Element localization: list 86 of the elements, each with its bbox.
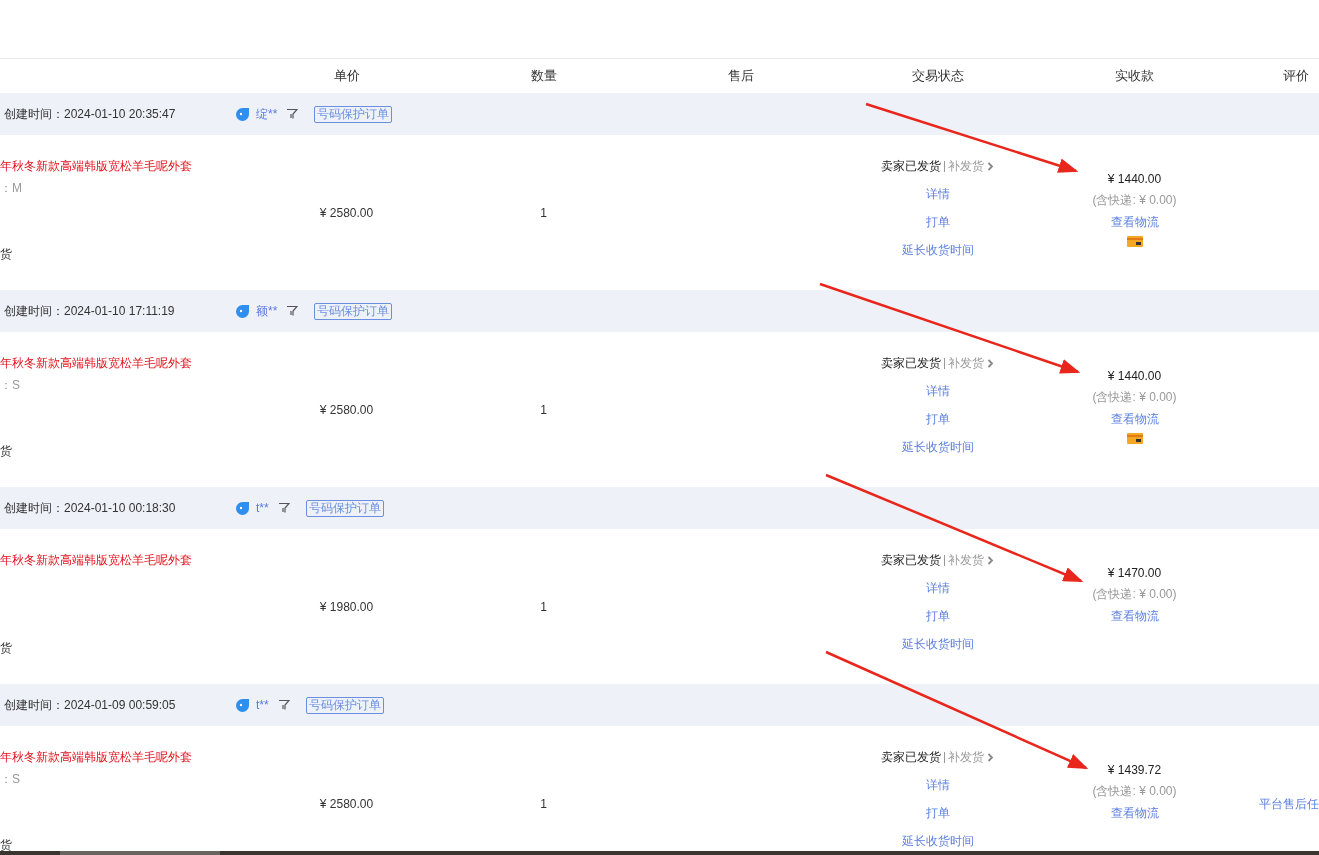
scrollbar-thumb[interactable] <box>60 851 220 855</box>
trade-status: 卖家已发货 <box>881 355 941 372</box>
chat-bubble-icon[interactable] <box>235 106 250 122</box>
column-header: 评价 <box>1283 68 1309 84</box>
unit-price: ¥ 2580.00 <box>319 795 374 813</box>
after-sale-link[interactable]: 平台售后任 <box>1259 794 1319 813</box>
action-link[interactable]: 打单 <box>925 805 950 821</box>
shipping-fee: (含快递: ¥ 0.00) <box>1092 389 1177 405</box>
product-sku: ：M <box>0 180 22 197</box>
logistics-link[interactable]: 查看物流 <box>1110 608 1159 624</box>
buyer-name[interactable]: t** <box>256 696 269 714</box>
reship-link[interactable]: 补发货 <box>948 551 984 569</box>
product-sku: ：S <box>0 377 20 394</box>
product-note: 货 <box>0 837 12 854</box>
action-link[interactable]: 详情 <box>925 777 950 793</box>
order-tag: 号码保护订单 <box>305 499 384 517</box>
buyer-name[interactable]: t** <box>256 499 269 517</box>
amount-received: ¥ 1470.00 <box>1107 565 1162 581</box>
filter-icon[interactable] <box>277 699 290 711</box>
trade-status: 卖家已发货 <box>881 158 941 175</box>
reship-link[interactable]: 补发货 <box>948 157 984 175</box>
trade-status: 卖家已发货 <box>881 749 941 766</box>
product-title[interactable]: 年秋冬新款高端韩版宽松羊毛呢外套 <box>0 157 192 175</box>
shipping-fee: (含快递: ¥ 0.00) <box>1092 586 1177 602</box>
column-header: 实收款 <box>1115 68 1154 84</box>
unit-price: ¥ 2580.00 <box>319 204 374 222</box>
quantity: 1 <box>540 598 547 616</box>
card-icon[interactable] <box>1126 433 1143 444</box>
order-created-time: 创建时间：2024-01-10 00:18:30 <box>3 500 177 517</box>
filter-icon[interactable] <box>286 108 299 120</box>
shipping-fee: (含快递: ¥ 0.00) <box>1092 783 1177 799</box>
scrollbar[interactable] <box>0 851 1319 855</box>
chevron-right-icon[interactable] <box>987 752 994 762</box>
action-link[interactable]: 延长收货时间 <box>901 242 974 258</box>
amount-received: ¥ 1439.72 <box>1107 762 1162 778</box>
card-icon[interactable] <box>1126 236 1143 247</box>
product-note: 货 <box>0 443 12 460</box>
product-title[interactable]: 年秋冬新款高端韩版宽松羊毛呢外套 <box>0 551 192 569</box>
trade-status: 卖家已发货 <box>881 552 941 569</box>
column-header: 交易状态 <box>911 68 964 84</box>
action-link[interactable]: 延长收货时间 <box>901 636 974 652</box>
product-note: 货 <box>0 246 12 263</box>
action-link[interactable]: 延长收货时间 <box>901 439 974 455</box>
chat-bubble-icon[interactable] <box>235 697 250 713</box>
chat-bubble-icon[interactable] <box>235 303 250 319</box>
action-link[interactable]: 详情 <box>925 580 950 596</box>
product-title[interactable]: 年秋冬新款高端韩版宽松羊毛呢外套 <box>0 354 192 372</box>
action-link[interactable]: 延长收货时间 <box>901 833 974 849</box>
amount-received: ¥ 1440.00 <box>1107 171 1162 187</box>
order-tag: 号码保护订单 <box>314 105 393 123</box>
chevron-right-icon[interactable] <box>987 555 994 565</box>
chevron-right-icon[interactable] <box>987 358 994 368</box>
column-header: 数量 <box>530 68 557 84</box>
order-tag: 号码保护订单 <box>314 302 393 320</box>
order-created-time: 创建时间：2024-01-10 17:11:19 <box>3 303 176 320</box>
action-link[interactable]: 打单 <box>925 608 950 624</box>
action-link[interactable]: 打单 <box>925 411 950 427</box>
quantity: 1 <box>540 401 547 419</box>
action-link[interactable]: 详情 <box>925 186 950 202</box>
logistics-link[interactable]: 查看物流 <box>1110 214 1159 230</box>
action-link[interactable]: 打单 <box>925 214 950 230</box>
logistics-link[interactable]: 查看物流 <box>1110 411 1159 427</box>
logistics-link[interactable]: 查看物流 <box>1110 805 1159 821</box>
product-note: 货 <box>0 640 12 657</box>
column-header: 售后 <box>727 68 754 84</box>
reship-link[interactable]: 补发货 <box>948 748 984 766</box>
product-title[interactable]: 年秋冬新款高端韩版宽松羊毛呢外套 <box>0 748 192 766</box>
product-sku: ：S <box>0 771 20 788</box>
action-link[interactable]: 详情 <box>925 383 950 399</box>
quantity: 1 <box>540 795 547 813</box>
amount-received: ¥ 1440.00 <box>1107 368 1162 384</box>
shipping-fee: (含快递: ¥ 0.00) <box>1092 192 1177 208</box>
chat-bubble-icon[interactable] <box>235 500 250 516</box>
quantity: 1 <box>540 204 547 222</box>
chevron-right-icon[interactable] <box>987 161 994 171</box>
filter-icon[interactable] <box>277 502 290 514</box>
unit-price: ¥ 1980.00 <box>319 598 374 616</box>
order-created-time: 创建时间：2024-01-10 20:35:47 <box>3 106 177 123</box>
buyer-name[interactable]: 绽** <box>256 105 278 123</box>
order-tag: 号码保护订单 <box>305 696 384 714</box>
buyer-name[interactable]: 额** <box>256 302 278 320</box>
reship-link[interactable]: 补发货 <box>948 354 984 372</box>
filter-icon[interactable] <box>286 305 299 317</box>
order-created-time: 创建时间：2024-01-09 00:59:05 <box>3 697 177 714</box>
column-header: 单价 <box>333 68 360 84</box>
unit-price: ¥ 2580.00 <box>319 401 374 419</box>
